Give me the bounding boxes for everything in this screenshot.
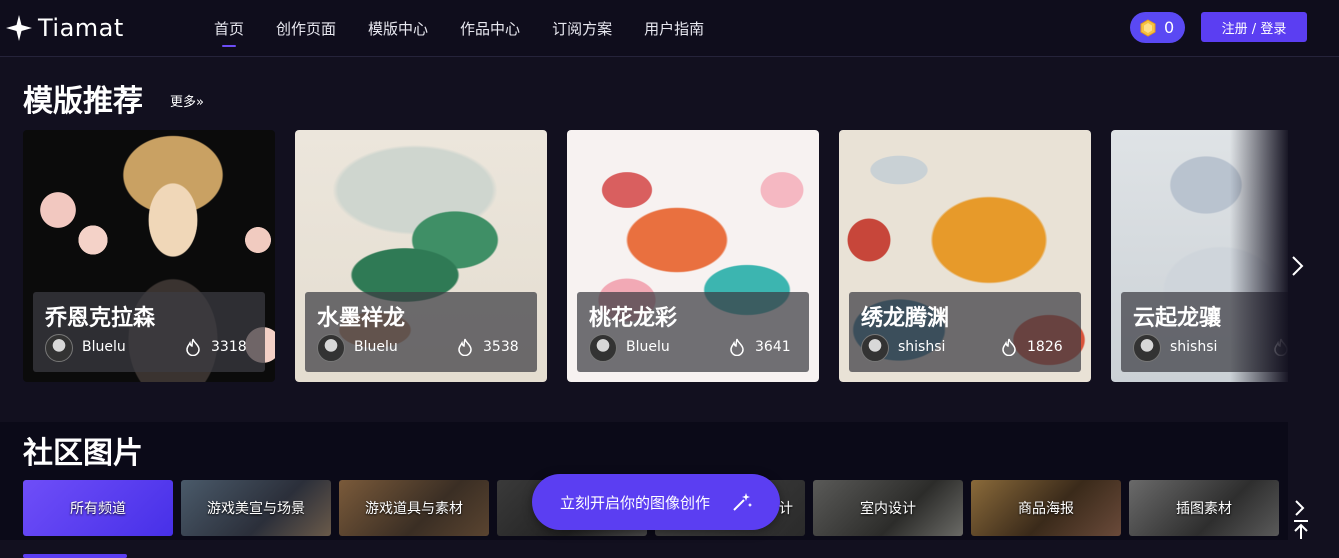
template-card-info: 乔恩克拉森 Bluelu 3318 bbox=[33, 292, 265, 372]
template-title: 绣龙腾渊 bbox=[861, 306, 950, 331]
channel-chip-label: 所有频道 bbox=[70, 501, 126, 517]
nav-item-works[interactable]: 作品中心 bbox=[444, 0, 536, 57]
author-avatar bbox=[861, 334, 889, 362]
nav-item-create[interactable]: 创作页面 bbox=[260, 0, 352, 57]
templates-section-title: 模版推荐 bbox=[23, 84, 143, 119]
channel-chip-all[interactable]: 所有频道 bbox=[23, 480, 173, 536]
nav-item-templates[interactable]: 模版中心 bbox=[352, 0, 444, 57]
template-card[interactable]: 乔恩克拉森 Bluelu 3318 bbox=[23, 130, 275, 382]
template-title: 云起龙骧 bbox=[1133, 306, 1222, 331]
channel-chip-interior-design[interactable]: 室内设计 bbox=[813, 480, 963, 536]
channel-chip-label: 计 bbox=[779, 501, 793, 517]
use-count: 3641 bbox=[755, 339, 791, 355]
template-card-info: 桃花龙彩 Bluelu 3641 bbox=[577, 292, 809, 372]
template-card[interactable]: 桃花龙彩 Bluelu 3641 bbox=[567, 130, 819, 382]
magic-wand-icon bbox=[733, 493, 752, 511]
carousel-fade bbox=[1230, 130, 1290, 382]
channel-chip-label: 游戏美宣与场景 bbox=[207, 501, 305, 517]
template-card-info: 水墨祥龙 Bluelu 3538 bbox=[305, 292, 537, 372]
channel-chip-label: 插图素材 bbox=[1176, 501, 1232, 517]
use-count: 3318 bbox=[211, 339, 247, 355]
nav-item-home[interactable]: 首页 bbox=[198, 0, 260, 57]
template-title: 乔恩克拉森 bbox=[45, 306, 156, 331]
template-card[interactable]: 绣龙腾渊 shishsi 1826 bbox=[839, 130, 1091, 382]
brand-name: Tiamat bbox=[38, 14, 124, 42]
sparkle-logo-icon bbox=[6, 15, 32, 41]
use-count: 1826 bbox=[1027, 339, 1063, 355]
fire-icon bbox=[1002, 338, 1016, 356]
start-creating-button[interactable]: 立刻开启你的图像创作 bbox=[532, 474, 780, 530]
template-title: 桃花龙彩 bbox=[589, 306, 678, 331]
top-header: Tiamat 首页 创作页面 模版中心 作品中心 订阅方案 用户指南 0 注册 … bbox=[0, 0, 1339, 57]
coin-balance-button[interactable]: 0 bbox=[1130, 12, 1185, 43]
author-avatar bbox=[1133, 334, 1161, 362]
channel-chip-label: 商品海报 bbox=[1018, 501, 1074, 517]
author-name: Bluelu bbox=[82, 339, 126, 355]
author-name: Bluelu bbox=[626, 339, 670, 355]
fire-icon bbox=[458, 338, 472, 356]
back-to-top-icon[interactable] bbox=[1290, 518, 1312, 542]
channel-chip-game-props[interactable]: 游戏道具与素材 bbox=[339, 480, 489, 536]
author-avatar bbox=[317, 334, 345, 362]
carousel-next-button[interactable] bbox=[1288, 252, 1308, 280]
community-section-title: 社区图片 bbox=[23, 436, 143, 471]
author-name: shishsi bbox=[1170, 339, 1218, 355]
template-card[interactable]: 水墨祥龙 Bluelu 3538 bbox=[295, 130, 547, 382]
brand-logo[interactable]: Tiamat bbox=[5, 13, 124, 43]
section-indicator bbox=[23, 554, 127, 558]
chevron-right-icon bbox=[1292, 256, 1304, 276]
author-avatar bbox=[589, 334, 617, 362]
channel-chip-product-poster[interactable]: 商品海报 bbox=[971, 480, 1121, 536]
coin-count: 0 bbox=[1164, 18, 1175, 37]
login-register-button[interactable]: 注册 / 登录 bbox=[1201, 12, 1307, 42]
channel-chip-illustration[interactable]: 插图素材 bbox=[1129, 480, 1279, 536]
template-carousel: 乔恩克拉森 Bluelu 3318 水墨祥龙 Bluelu 3538 桃花龙彩 … bbox=[23, 130, 1288, 382]
author-name: shishsi bbox=[898, 339, 946, 355]
channel-chip-label: 室内设计 bbox=[860, 501, 916, 517]
author-avatar bbox=[45, 334, 73, 362]
author-name: Bluelu bbox=[354, 339, 398, 355]
nav-item-guide[interactable]: 用户指南 bbox=[628, 0, 720, 57]
more-templates-link[interactable]: 更多» bbox=[170, 91, 204, 110]
template-card-info: 绣龙腾渊 shishsi 1826 bbox=[849, 292, 1081, 372]
nav-item-subscription[interactable]: 订阅方案 bbox=[536, 0, 628, 57]
use-count: 3538 bbox=[483, 339, 519, 355]
template-title: 水墨祥龙 bbox=[317, 306, 406, 331]
fire-icon bbox=[186, 338, 200, 356]
channel-chip-label: 游戏道具与素材 bbox=[365, 501, 463, 517]
main-nav: 首页 创作页面 模版中心 作品中心 订阅方案 用户指南 bbox=[198, 0, 720, 57]
start-creating-label: 立刻开启你的图像创作 bbox=[560, 493, 711, 512]
channel-chip-game-scene[interactable]: 游戏美宣与场景 bbox=[181, 480, 331, 536]
fire-icon bbox=[730, 338, 744, 356]
gem-coin-icon bbox=[1140, 18, 1156, 37]
